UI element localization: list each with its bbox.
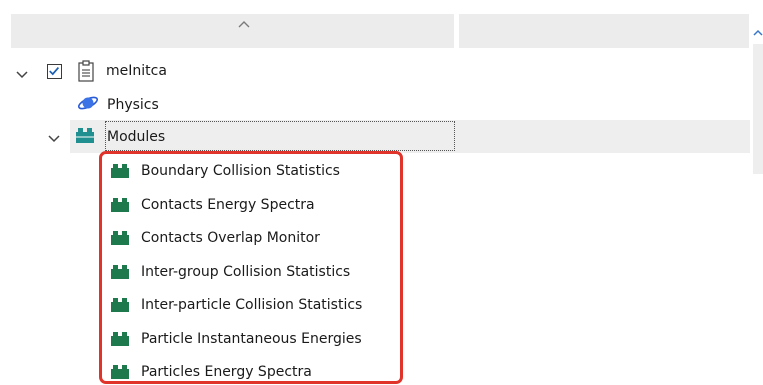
tree-modules-label[interactable]: Modules (107, 129, 165, 145)
scrollbar-track[interactable] (753, 44, 763, 174)
scroll-up-icon[interactable] (753, 28, 763, 38)
chevron-down-icon[interactable] (14, 66, 30, 82)
chevron-down-icon[interactable] (46, 130, 62, 146)
column-header-2[interactable] (459, 14, 749, 48)
clipboard-icon (78, 60, 94, 82)
caret-up-icon (238, 21, 250, 28)
modules-block-icon (76, 128, 94, 143)
column-header-name[interactable] (11, 14, 454, 48)
vertical-scrollbar[interactable] (753, 14, 763, 385)
root-checkbox[interactable] (47, 64, 62, 79)
check-icon (49, 67, 60, 76)
planet-icon (77, 96, 99, 110)
tree-root-label[interactable]: meInitca (106, 63, 167, 79)
highlight-box (99, 151, 403, 384)
tree-physics-label[interactable]: Physics (107, 97, 159, 113)
